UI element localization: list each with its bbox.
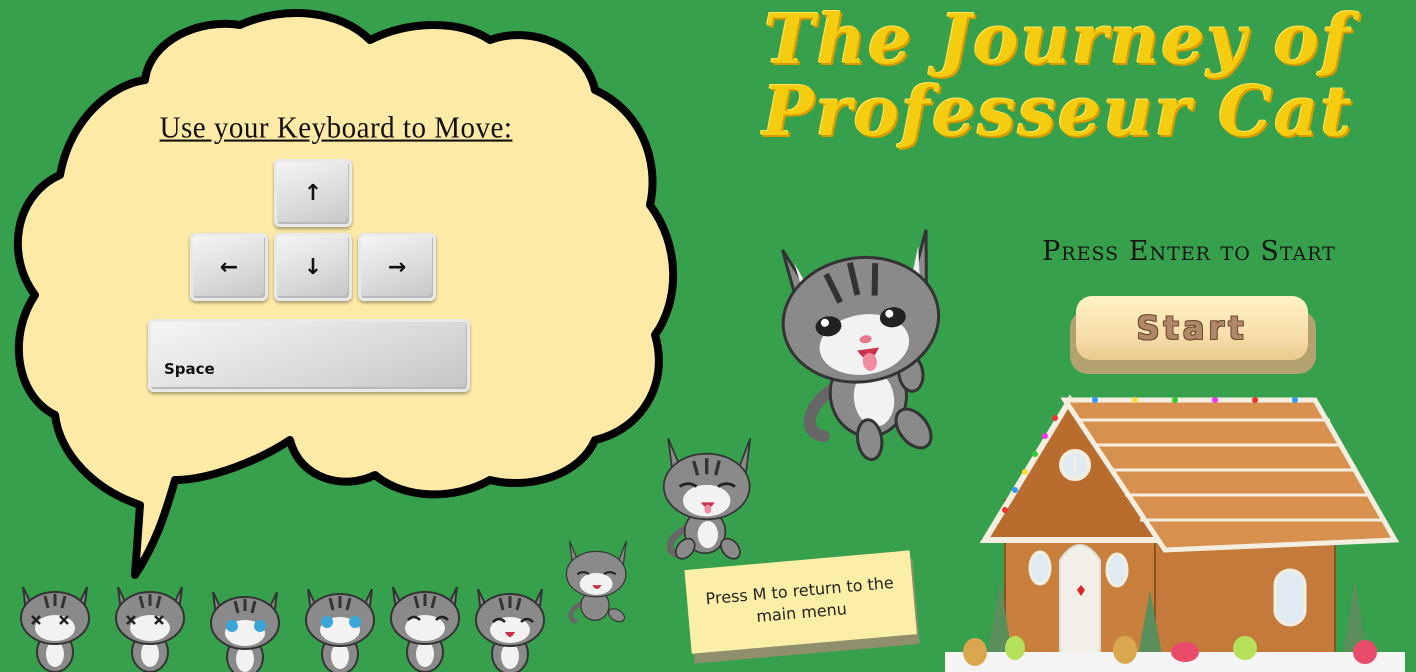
main-menu-note[interactable]: Press M to return to the main menu — [684, 550, 920, 664]
arrow-down-icon: ↓ — [303, 254, 323, 280]
start-button-label[interactable]: Start — [1076, 296, 1308, 360]
arrow-up-icon: ↑ — [303, 180, 323, 206]
title-line-1: The Journey of — [763, 0, 1353, 80]
controls-heading: Use your Keyboard to Move: — [159, 111, 513, 145]
space-key: Space — [148, 319, 470, 392]
cat-sprite-3 — [209, 590, 281, 672]
cat-sprite-1 — [19, 585, 91, 672]
press-enter-prompt: Press Enter to Start — [1042, 236, 1336, 267]
cat-sprite-6 — [474, 587, 546, 672]
cat-sprite-5 — [389, 585, 461, 672]
start-button[interactable]: Start — [1070, 296, 1316, 376]
space-key-label: Space — [164, 360, 215, 378]
arrow-right-icon: → — [387, 254, 407, 280]
arrow-up-key: ↑ — [274, 159, 352, 227]
flying-cat-large — [780, 229, 941, 462]
cat-sprite-4 — [304, 587, 376, 672]
arrow-left-icon: ← — [219, 254, 239, 280]
cat-sprite-2 — [114, 585, 186, 672]
arrow-left-key: ← — [190, 233, 268, 301]
gingerbread-house — [945, 394, 1405, 672]
game-title: The Journey of Professeur Cat — [700, 4, 1416, 148]
cat-sprite-row — [19, 585, 546, 672]
flying-cat-small — [565, 540, 627, 624]
title-line-2: Professeur Cat — [762, 72, 1354, 152]
arrow-down-key: ↓ — [274, 233, 352, 301]
flying-cat-medium — [662, 438, 752, 560]
arrow-right-key: → — [358, 233, 436, 301]
